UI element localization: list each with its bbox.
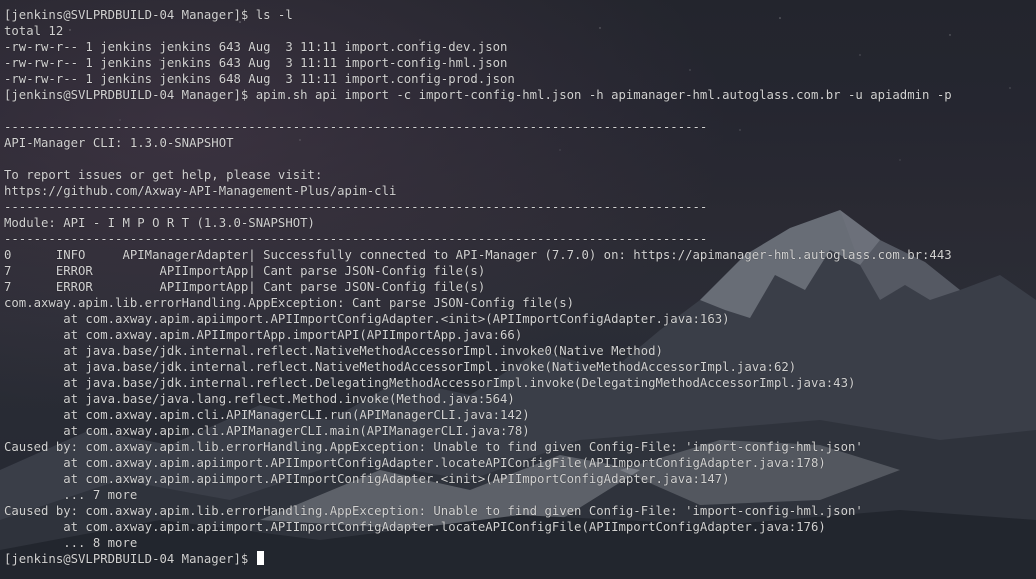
terminal-line: -rw-rw-r-- 1 jenkins jenkins 643 Aug 3 1… xyxy=(4,40,508,54)
terminal-window[interactable]: [jenkins@SVLPRDBUILD-04 Manager]$ ls -l t… xyxy=(0,0,1036,579)
terminal-line: com.axway.apim.lib.errorHandling.AppExce… xyxy=(4,296,575,310)
terminal-line: at java.base/jdk.internal.reflect.Native… xyxy=(4,344,663,358)
terminal-output: [jenkins@SVLPRDBUILD-04 Manager]$ ls -l t… xyxy=(4,7,952,567)
terminal-line: https://github.com/Axway-API-Management-… xyxy=(4,184,397,198)
terminal-line: 7 ERROR APIImportApp| Cant parse JSON-Co… xyxy=(4,280,486,294)
terminal-line: API-Manager CLI: 1.3.0-SNAPSHOT xyxy=(4,136,234,150)
terminal-line: 0 INFO APIManagerAdapter| Successfully c… xyxy=(4,248,952,262)
terminal-line: at java.base/jdk.internal.reflect.Delega… xyxy=(4,376,856,390)
terminal-line: at com.axway.apim.cli.APIManagerCLI.run(… xyxy=(4,408,530,422)
terminal-line: To report issues or get help, please vis… xyxy=(4,168,323,182)
terminal-line: -rw-rw-r-- 1 jenkins jenkins 648 Aug 3 1… xyxy=(4,72,515,86)
terminal-line: ... 8 more xyxy=(4,536,138,550)
prompt-line[interactable]: [jenkins@SVLPRDBUILD-04 Manager]$ xyxy=(4,551,952,567)
terminal-line: at java.base/java.lang.reflect.Method.in… xyxy=(4,392,515,406)
terminal-line: ----------------------------------------… xyxy=(4,200,708,214)
terminal-line: at java.base/jdk.internal.reflect.Native… xyxy=(4,360,797,374)
terminal-line: at com.axway.apim.apiimport.APIImportCon… xyxy=(4,456,826,470)
text-cursor xyxy=(256,551,264,565)
terminal-line: ----------------------------------------… xyxy=(4,232,708,246)
terminal-line: ... 7 more xyxy=(4,488,138,502)
terminal-line: [jenkins@SVLPRDBUILD-04 Manager]$ ls -l xyxy=(4,8,293,22)
terminal-line: -rw-rw-r-- 1 jenkins jenkins 643 Aug 3 1… xyxy=(4,56,508,70)
terminal-line: at com.axway.apim.apiimport.APIImportCon… xyxy=(4,472,730,486)
terminal-line: Caused by: com.axway.apim.lib.errorHandl… xyxy=(4,504,863,518)
terminal-line: at com.axway.apim.apiimport.APIImportCon… xyxy=(4,312,730,326)
terminal-line: at com.axway.apim.cli.APIManagerCLI.main… xyxy=(4,424,530,438)
terminal-line: [jenkins@SVLPRDBUILD-04 Manager]$ apim.s… xyxy=(4,88,952,102)
shell-prompt: [jenkins@SVLPRDBUILD-04 Manager]$ xyxy=(4,552,256,566)
terminal-line: 7 ERROR APIImportApp| Cant parse JSON-Co… xyxy=(4,264,486,278)
terminal-line: Module: API - I M P O R T (1.3.0-SNAPSHO… xyxy=(4,216,315,230)
terminal-line: at com.axway.apim.APIImportApp.importAPI… xyxy=(4,328,523,342)
terminal-line: ----------------------------------------… xyxy=(4,120,708,134)
terminal-line: at com.axway.apim.apiimport.APIImportCon… xyxy=(4,520,826,534)
terminal-line: Caused by: com.axway.apim.lib.errorHandl… xyxy=(4,440,863,454)
terminal-line: total 12 xyxy=(4,24,64,38)
